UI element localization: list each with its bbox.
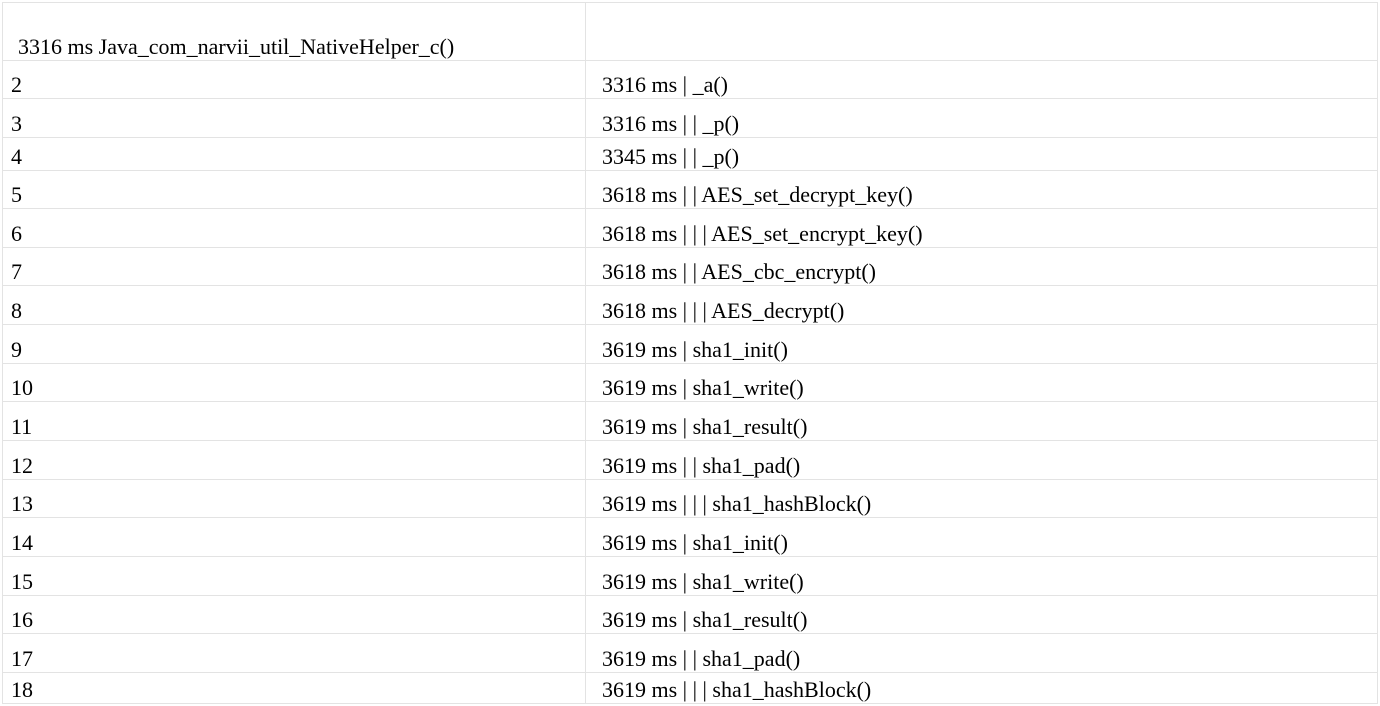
header-right-cell	[586, 3, 1377, 60]
row-trace-cell: 3618 ms | | AES_cbc_encrypt()	[602, 259, 876, 284]
row-number-cell: 3	[3, 99, 586, 137]
row-number-cell: 12	[3, 441, 586, 479]
table-row: 2 3316 ms | _a()	[3, 61, 1377, 99]
table-row: 3 3316 ms | | _p()	[3, 99, 1377, 138]
row-trace-cell: 3619 ms | sha1_write()	[602, 569, 804, 594]
table-row: 11 3619 ms | sha1_result()	[3, 402, 1377, 441]
row-trace-cell: 3619 ms | sha1_write()	[602, 375, 804, 400]
row-trace-cell: 3619 ms | sha1_result()	[602, 414, 808, 439]
row-trace-cell: 3316 ms | | _p()	[602, 111, 740, 136]
row-number-cell: 11	[3, 402, 586, 440]
row-trace-cell: 3619 ms | | | sha1_hashBlock()	[602, 677, 872, 702]
row-trace-cell: 3619 ms | sha1_init()	[602, 530, 788, 555]
table-row: 13 3619 ms | | | sha1_hashBlock()	[3, 480, 1377, 518]
table-row: 8 3618 ms | | | AES_decrypt()	[3, 286, 1377, 325]
row-number-cell: 10	[3, 364, 586, 401]
row-number-cell: 8	[3, 286, 586, 324]
row-number-cell: 15	[3, 557, 586, 595]
row-trace-cell: 3316 ms | _a()	[602, 72, 728, 97]
row-trace-cell: 3618 ms | | | AES_decrypt()	[602, 298, 845, 323]
row-trace-cell: 3619 ms | | | sha1_hashBlock()	[602, 491, 872, 516]
row-number-cell: 16	[3, 596, 586, 633]
table-row: 10 3619 ms | sha1_write()	[3, 364, 1377, 402]
table-row: 7 3618 ms | | AES_cbc_encrypt()	[3, 248, 1377, 286]
row-trace-cell: 3619 ms | | sha1_pad()	[602, 646, 801, 671]
table-header-row: 3316 ms Java_com_narvii_util_NativeHelpe…	[3, 2, 1377, 61]
row-number-cell: 6	[3, 209, 586, 247]
row-number-cell: 7	[3, 248, 586, 285]
table-row: 4 3345 ms | | _p()	[3, 138, 1377, 171]
table-row: 16 3619 ms | sha1_result()	[3, 596, 1377, 634]
row-trace-cell: 3618 ms | | | AES_set_encrypt_key()	[602, 221, 923, 246]
row-number-cell: 5	[3, 171, 586, 208]
row-number-cell: 14	[3, 518, 586, 556]
row-trace-cell: 3618 ms | | AES_set_decrypt_key()	[602, 182, 913, 207]
row-trace-cell: 3619 ms | sha1_result()	[602, 607, 808, 632]
table-row: 14 3619 ms | sha1_init()	[3, 518, 1377, 557]
table-row: 6 3618 ms | | | AES_set_encrypt_key()	[3, 209, 1377, 248]
header-left-cell: 3316 ms Java_com_narvii_util_NativeHelpe…	[3, 3, 586, 60]
row-number-cell: 18	[3, 673, 586, 703]
row-number-cell: 4	[3, 138, 586, 170]
row-number-cell: 13	[3, 480, 586, 517]
trace-table: 3316 ms Java_com_narvii_util_NativeHelpe…	[2, 2, 1378, 704]
table-row: 12 3619 ms | | sha1_pad()	[3, 441, 1377, 480]
table-row: 15 3619 ms | sha1_write()	[3, 557, 1377, 596]
row-trace-cell: 3345 ms | | _p()	[602, 144, 740, 169]
table-row: 9 3619 ms | sha1_init()	[3, 325, 1377, 364]
table-row: 17 3619 ms | | sha1_pad()	[3, 634, 1377, 673]
table-row: 18 3619 ms | | | sha1_hashBlock()	[3, 673, 1377, 704]
row-trace-cell: 3619 ms | | sha1_pad()	[602, 453, 801, 478]
row-number-cell: 9	[3, 325, 586, 363]
row-trace-cell: 3619 ms | sha1_init()	[602, 337, 788, 362]
row-number-cell: 2	[3, 61, 586, 98]
table-row: 5 3618 ms | | AES_set_decrypt_key()	[3, 171, 1377, 209]
row-number-cell: 17	[3, 634, 586, 672]
